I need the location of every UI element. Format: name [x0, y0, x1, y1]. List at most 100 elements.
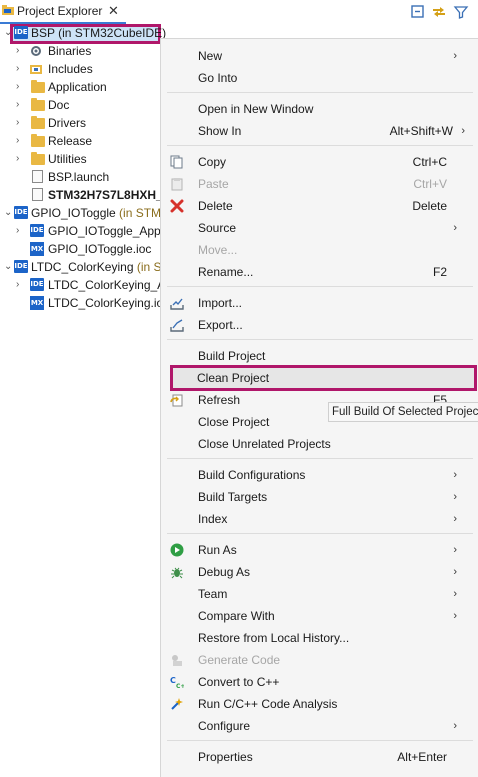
- folder-icon: [31, 152, 45, 165]
- link-with-editor-icon[interactable]: [431, 4, 447, 20]
- menu-item-label: Copy: [198, 155, 227, 169]
- menu-item-shortcut: Alt+Shift+W: [389, 124, 453, 138]
- menu-item-label: Move...: [198, 243, 238, 257]
- chevron-right-icon: ›: [453, 720, 457, 732]
- menu-separator: [167, 286, 473, 287]
- convert-cpp-icon: C C+: [170, 676, 184, 689]
- chevron-right-icon[interactable]: ›: [16, 114, 26, 132]
- tree-item-suffix: (in STM32CubeIDE): [54, 26, 167, 40]
- tree-item-gpio-iotoggle[interactable]: ⌄ IDE GPIO_IOToggle (in STM3: [0, 204, 160, 222]
- menu-item-generate-code[interactable]: Generate Code: [161, 649, 478, 671]
- tree-item-gpio-appli[interactable]: › IDE GPIO_IOToggle_Appli: [0, 222, 160, 240]
- menu-item-restore-history[interactable]: Restore from Local History...: [161, 627, 478, 649]
- tab-project-explorer[interactable]: Project Explorer ✕: [0, 0, 126, 24]
- chevron-right-icon[interactable]: ›: [16, 78, 26, 96]
- menu-item-team[interactable]: Team ›: [161, 583, 478, 605]
- binaries-icon: [31, 46, 41, 56]
- menu-item-compare-with[interactable]: Compare With ›: [161, 605, 478, 627]
- tree-item-ltdc-colorkeying[interactable]: ⌄ IDE LTDC_ColorKeying (in ST: [0, 258, 160, 276]
- tree-item-doc[interactable]: › Doc: [0, 96, 160, 114]
- tree-item-suffix: (in STM3: [119, 206, 160, 220]
- menu-item-label: Build Project: [198, 349, 266, 363]
- tree-item-label: Doc: [48, 98, 70, 112]
- tree-item-binaries[interactable]: › Binaries: [0, 42, 160, 60]
- menu-item-index[interactable]: Index ›: [161, 508, 478, 530]
- menu-item-label: Generate Code: [198, 653, 281, 667]
- menu-item-properties[interactable]: Properties Alt+Enter: [161, 746, 478, 768]
- tree-item-gpio-ioc[interactable]: MX GPIO_IOToggle.ioc: [0, 240, 160, 258]
- menu-item-new[interactable]: New ›: [161, 45, 478, 67]
- menu-item-label: New: [198, 49, 223, 63]
- chevron-right-icon: ›: [453, 588, 457, 600]
- ide-project-icon: IDE: [30, 278, 44, 291]
- tree-item-label: LTDC_ColorKeying_A: [48, 278, 160, 292]
- clean-project-label: Clean Project: [197, 371, 270, 385]
- menu-item-convert-cpp[interactable]: C C+ Convert to C++: [161, 671, 478, 693]
- chevron-right-icon: ›: [453, 513, 457, 525]
- menu-item-rename[interactable]: Rename... F2: [161, 261, 478, 283]
- chevron-right-icon[interactable]: ›: [16, 42, 26, 60]
- export-icon: [170, 319, 184, 332]
- tree-item-ltdc-ioc[interactable]: MX LTDC_ColorKeying.io: [0, 294, 160, 312]
- menu-item-run-analysis[interactable]: Run C/C++ Code Analysis: [161, 693, 478, 715]
- menu-item-label: Delete: [198, 199, 233, 213]
- menu-item-label: Export...: [198, 318, 243, 332]
- chevron-down-icon[interactable]: ⌄: [4, 204, 14, 222]
- chevron-right-icon[interactable]: ›: [16, 60, 26, 78]
- close-icon[interactable]: ✕: [108, 3, 119, 19]
- copy-icon: [170, 155, 183, 169]
- tree-item-bsp-launch[interactable]: BSP.launch: [0, 168, 160, 186]
- chevron-right-icon[interactable]: ›: [16, 132, 26, 150]
- tree-item-ioc[interactable]: STM32H7S7L8HXH_: [0, 186, 160, 204]
- menu-item-label: Import...: [198, 296, 243, 310]
- tree-item-bsp[interactable]: ⌄ IDE BSP (in STM32CubeIDE): [0, 24, 166, 42]
- delete-icon: [170, 199, 184, 213]
- menu-separator: [167, 533, 473, 534]
- chevron-down-icon[interactable]: ⌄: [4, 258, 14, 276]
- tree-item-drivers[interactable]: › Drivers: [0, 114, 160, 132]
- filter-icon[interactable]: [453, 4, 469, 20]
- tree-item-includes[interactable]: › Includes: [0, 60, 160, 78]
- menu-item-configure[interactable]: Configure ›: [161, 715, 478, 737]
- menu-item-paste[interactable]: Paste Ctrl+V: [161, 173, 478, 195]
- folder-icon: [31, 134, 45, 147]
- menu-item-close-unrelated[interactable]: Close Unrelated Projects: [161, 433, 478, 455]
- ide-project-icon: IDE: [14, 260, 28, 273]
- menu-item-debug-as[interactable]: Debug As ›: [161, 561, 478, 583]
- chevron-right-icon[interactable]: ›: [16, 96, 26, 114]
- tree-item-release[interactable]: › Release: [0, 132, 160, 150]
- menu-item-run-as[interactable]: Run As ›: [161, 539, 478, 561]
- menu-item-label: Debug As: [198, 565, 251, 579]
- menu-item-copy[interactable]: Copy Ctrl+C: [161, 151, 478, 173]
- menu-item-build-configurations[interactable]: Build Configurations ›: [161, 464, 478, 486]
- tree-item-label: Application: [48, 80, 107, 94]
- collapse-all-icon[interactable]: [410, 4, 426, 20]
- menu-item-source[interactable]: Source ›: [161, 217, 478, 239]
- tree-item-label: GPIO_IOToggle.ioc: [48, 242, 152, 256]
- menu-item-label: Rename...: [198, 265, 254, 279]
- chevron-right-icon[interactable]: ›: [16, 276, 26, 294]
- tree-item-ltdc-appli[interactable]: › IDE LTDC_ColorKeying_A: [0, 276, 160, 294]
- chevron-right-icon: ›: [453, 544, 457, 556]
- tree-item-label: Includes: [48, 62, 93, 76]
- menu-item-open-new-window[interactable]: Open in New Window: [161, 98, 478, 120]
- menu-separator: [167, 339, 473, 340]
- menu-item-import[interactable]: Import...: [161, 292, 478, 314]
- chevron-down-icon[interactable]: ⌄: [4, 24, 14, 42]
- tree-item-utilities[interactable]: › Utilities: [0, 150, 160, 168]
- menu-item-shortcut: Ctrl+V: [413, 177, 447, 191]
- tree-item-label: Utilities: [48, 152, 87, 166]
- menu-item-export[interactable]: Export...: [161, 314, 478, 336]
- menu-item-build-project[interactable]: Build Project: [161, 345, 478, 367]
- menu-item-label: Go Into: [198, 71, 238, 85]
- menu-item-build-targets[interactable]: Build Targets ›: [161, 486, 478, 508]
- chevron-right-icon[interactable]: ›: [16, 150, 26, 168]
- menu-item-show-in[interactable]: Show In Alt+Shift+W ›: [161, 120, 478, 142]
- menu-item-label: Close Unrelated Projects: [198, 437, 331, 451]
- menu-item-go-into[interactable]: Go Into: [161, 67, 478, 89]
- menu-item-delete[interactable]: Delete Delete: [161, 195, 478, 217]
- chevron-right-icon: ›: [453, 491, 457, 503]
- menu-item-move[interactable]: Move...: [161, 239, 478, 261]
- chevron-right-icon[interactable]: ›: [16, 222, 26, 240]
- tree-item-application[interactable]: › Application: [0, 78, 160, 96]
